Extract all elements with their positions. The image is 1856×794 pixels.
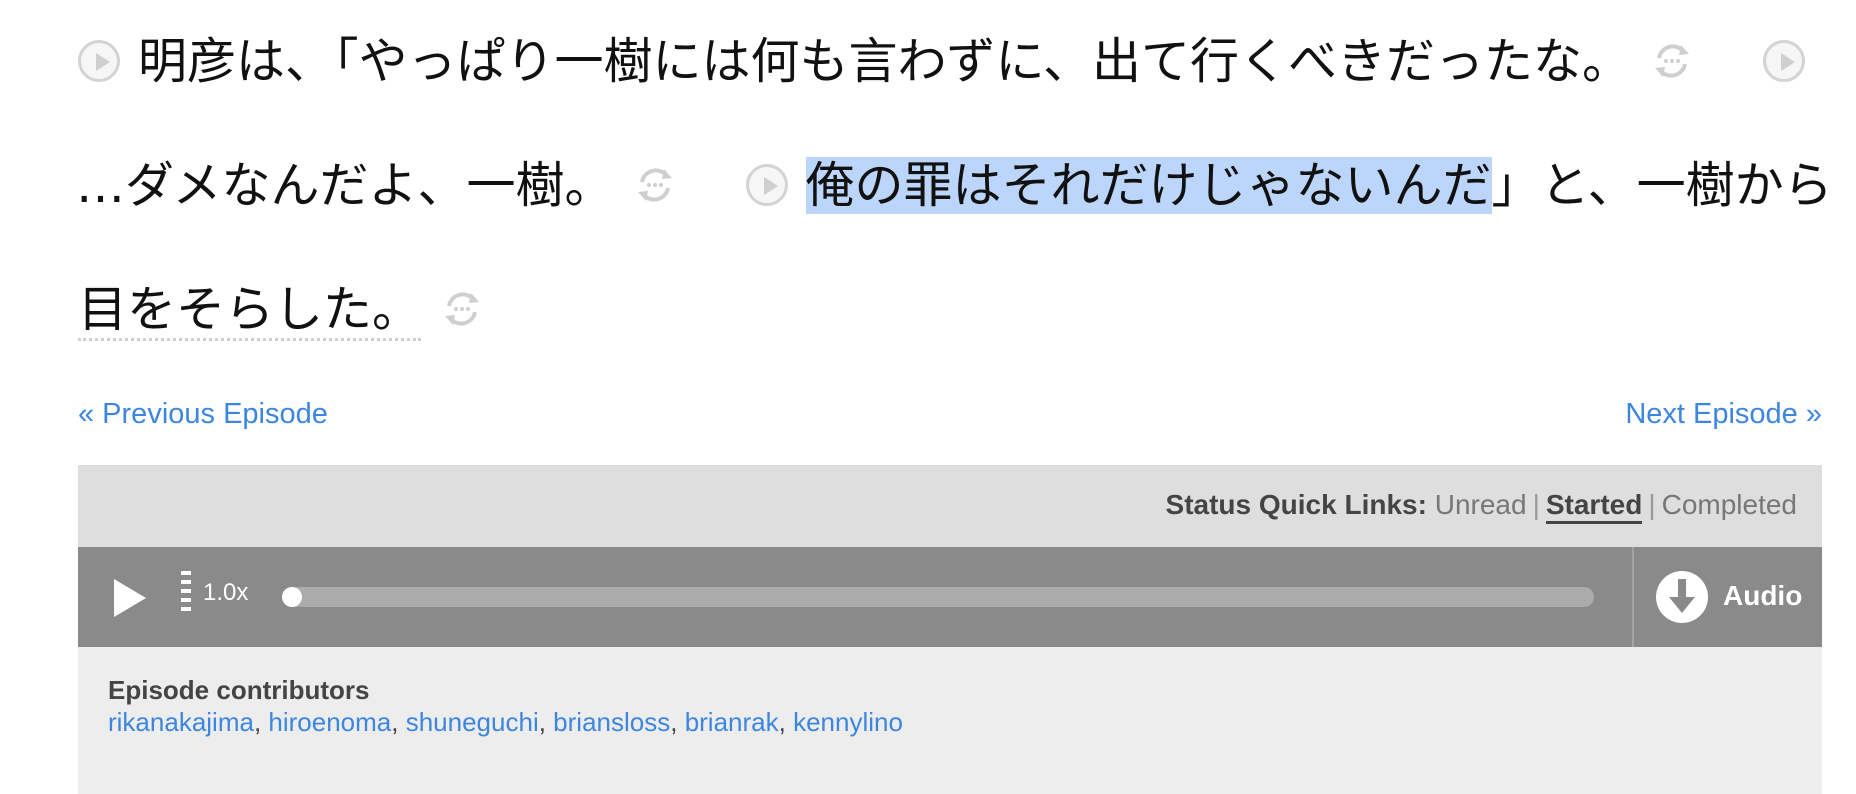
status-separator: | bbox=[1532, 489, 1540, 520]
next-episode-link[interactable]: Next Episode » bbox=[1625, 398, 1822, 431]
sentence-text: 」と、一樹から bbox=[1491, 157, 1833, 214]
contributors-list: rikanakajima, hiroenoma, shuneguchi, bri… bbox=[108, 707, 903, 738]
separator: , bbox=[253, 707, 269, 737]
playback-speed[interactable]: 1.0x bbox=[203, 579, 248, 607]
status-separator: | bbox=[1648, 489, 1656, 520]
contributors-title: Episode contributors bbox=[108, 675, 370, 705]
contributor-link[interactable]: brianrak bbox=[685, 707, 779, 737]
episode-contributors: Episode contributors rikanakajima, hiroe… bbox=[78, 647, 1822, 794]
audio-player: 1.0x Audio bbox=[78, 547, 1822, 647]
loop-icon[interactable] bbox=[634, 164, 676, 206]
sentence-text: 明彦は、「やっぱり一樹には何も言わずに、出て行くべきだったな。 bbox=[138, 33, 1632, 90]
separator: , bbox=[391, 707, 406, 737]
status-bar: Status Quick Links: Unread | Started | Compl… bbox=[78, 465, 1822, 547]
story-line-2: …ダメなんだよ、一樹。 俺の罪はそれだけじゃないんだ」と、一樹から bbox=[76, 124, 1833, 248]
status-unread-link[interactable]: Unread bbox=[1435, 489, 1527, 520]
sentence-play-icon[interactable] bbox=[78, 39, 120, 82]
play-icon[interactable] bbox=[114, 579, 146, 617]
previous-episode-link[interactable]: « Previous Episode bbox=[78, 398, 328, 431]
speed-icon[interactable] bbox=[181, 571, 193, 623]
sentence-text: …ダメなんだよ、一樹。 bbox=[76, 157, 614, 214]
download-icon[interactable] bbox=[1656, 571, 1708, 623]
sentence-text: 目をそらした。 bbox=[78, 281, 422, 341]
contributor-link[interactable]: shuneguchi bbox=[406, 707, 539, 737]
status-started-link[interactable]: Started bbox=[1545, 489, 1643, 524]
status-completed-link[interactable]: Completed bbox=[1662, 489, 1797, 520]
loop-icon[interactable] bbox=[1651, 40, 1693, 82]
status-label: Status Quick Links: bbox=[1165, 489, 1427, 520]
sentence-play-icon[interactable] bbox=[1763, 39, 1806, 82]
story-text: 明彦は、「やっぱり一樹には何も言わずに、出て行くべきだったな。 …ダメなんだよ、… bbox=[76, 0, 1833, 372]
status-quick-links: Status Quick Links: Unread | Started | Compl… bbox=[1165, 489, 1797, 524]
highlighted-text: 俺の罪はそれだけじゃないんだ bbox=[805, 157, 1492, 214]
divider bbox=[1632, 547, 1634, 647]
separator: , bbox=[538, 707, 554, 737]
progress-knob[interactable] bbox=[282, 587, 302, 607]
contributor-link[interactable]: kennylino bbox=[793, 707, 903, 737]
separator: , bbox=[778, 707, 794, 737]
story-line-3: 目をそらした。 bbox=[78, 248, 1828, 372]
sentence-play-icon[interactable] bbox=[745, 163, 788, 206]
contributor-link[interactable]: rikanakajima bbox=[108, 707, 254, 737]
progress-track[interactable] bbox=[282, 587, 1594, 607]
contributor-link[interactable]: briansloss bbox=[553, 707, 670, 737]
loop-icon[interactable] bbox=[441, 288, 483, 330]
audio-download-label[interactable]: Audio bbox=[1723, 580, 1802, 612]
contributor-link[interactable]: hiroenoma bbox=[268, 707, 391, 737]
story-line-1: 明彦は、「やっぱり一樹には何も言わずに、出て行くべきだったな。 bbox=[78, 0, 1828, 124]
separator: , bbox=[670, 707, 685, 737]
